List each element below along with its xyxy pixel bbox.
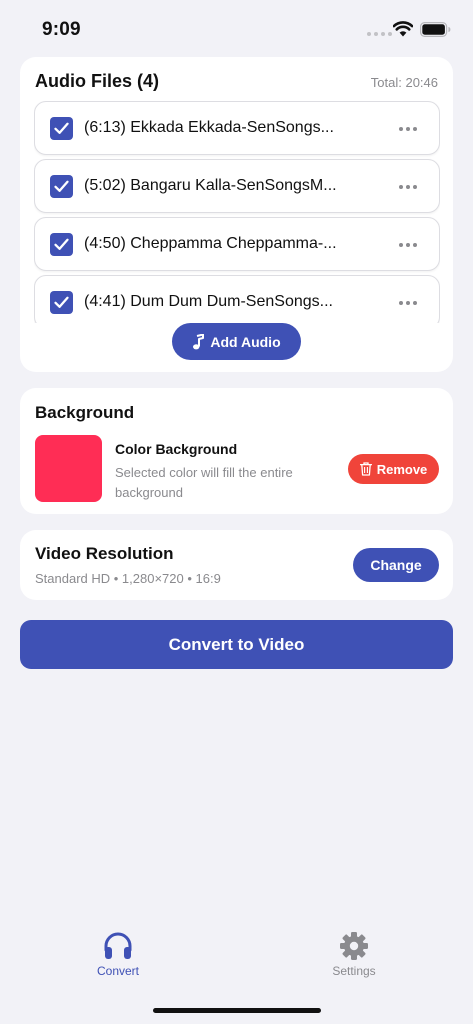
- gear-icon: [340, 932, 368, 960]
- audio-list[interactable]: (6:13) Ekkada Ekkada-SenSongs... (5:02) …: [34, 101, 440, 323]
- more-options-icon[interactable]: [399, 127, 417, 131]
- checkmark-icon: [54, 122, 69, 134]
- tab-convert[interactable]: Convert: [68, 931, 168, 978]
- add-audio-label: Add Audio: [210, 333, 281, 350]
- resolution-title: Video Resolution: [35, 544, 174, 563]
- audio-item-label: (6:13) Ekkada Ekkada-SenSongs...: [84, 119, 334, 136]
- audio-list-item[interactable]: (4:41) Dum Dum Dum-SenSongs...: [34, 275, 440, 323]
- resolution-details: Standard HD • 1,280×720 • 16:9: [35, 571, 221, 586]
- wifi-icon: [393, 21, 413, 37]
- tab-settings[interactable]: Settings: [304, 931, 404, 978]
- tab-convert-label: Convert: [96, 964, 140, 978]
- trash-icon: [359, 462, 372, 476]
- background-card: Background Color Background Selected col…: [20, 388, 453, 514]
- headphones-icon: [104, 932, 132, 959]
- convert-label: Convert to Video: [168, 634, 305, 654]
- audio-checkbox[interactable]: [50, 175, 73, 198]
- app-screen: 9:09 Audio Files (4) Total: 20:46 (6:13)…: [0, 0, 473, 1024]
- audio-checkbox[interactable]: [50, 233, 73, 256]
- change-label: Change: [370, 557, 422, 573]
- remove-label: Remove: [376, 461, 428, 477]
- audio-item-label: (4:41) Dum Dum Dum-SenSongs...: [84, 293, 333, 310]
- audio-item-label: (4:50) Cheppamma Cheppamma-...: [84, 235, 337, 252]
- audio-files-card: Audio Files (4) Total: 20:46 (6:13) Ekka…: [20, 57, 453, 372]
- background-description: Selected color will fill the entire back…: [115, 465, 293, 500]
- resolution-card: Video Resolution Standard HD • 1,280×720…: [20, 530, 453, 600]
- music-note-icon: [193, 333, 205, 349]
- remove-background-button[interactable]: Remove: [348, 454, 439, 484]
- audio-list-item[interactable]: (6:13) Ekkada Ekkada-SenSongs...: [34, 101, 440, 155]
- add-audio-button[interactable]: Add Audio: [172, 323, 301, 360]
- background-title: Background: [35, 403, 135, 422]
- home-indicator[interactable]: [153, 1008, 321, 1013]
- checkmark-icon: [54, 296, 69, 308]
- more-options-icon[interactable]: [399, 185, 417, 189]
- checkmark-icon: [54, 180, 69, 192]
- cellular-signal-icon: [367, 32, 392, 36]
- audio-checkbox[interactable]: [50, 291, 73, 314]
- tab-settings-label: Settings: [332, 964, 376, 978]
- more-options-icon[interactable]: [399, 301, 417, 305]
- change-resolution-button[interactable]: Change: [353, 548, 439, 582]
- checkmark-icon: [54, 238, 69, 250]
- audio-item-label: (5:02) Bangaru Kalla-SenSongsM...: [84, 177, 337, 194]
- color-swatch[interactable]: [35, 435, 102, 502]
- more-options-icon[interactable]: [399, 243, 417, 247]
- status-bar: 9:09: [0, 0, 473, 56]
- convert-to-video-button[interactable]: Convert to Video: [20, 620, 453, 669]
- audio-total-duration: Total: 20:46: [370, 75, 438, 90]
- audio-list-item[interactable]: (4:50) Cheppamma Cheppamma-...: [34, 217, 440, 271]
- audio-files-title: Audio Files (4): [35, 71, 160, 91]
- audio-checkbox[interactable]: [50, 117, 73, 140]
- battery-icon: [420, 22, 451, 37]
- audio-list-item[interactable]: (5:02) Bangaru Kalla-SenSongsM...: [34, 159, 440, 213]
- status-time: 9:09: [42, 19, 81, 40]
- background-type-label: Color Background: [115, 441, 238, 457]
